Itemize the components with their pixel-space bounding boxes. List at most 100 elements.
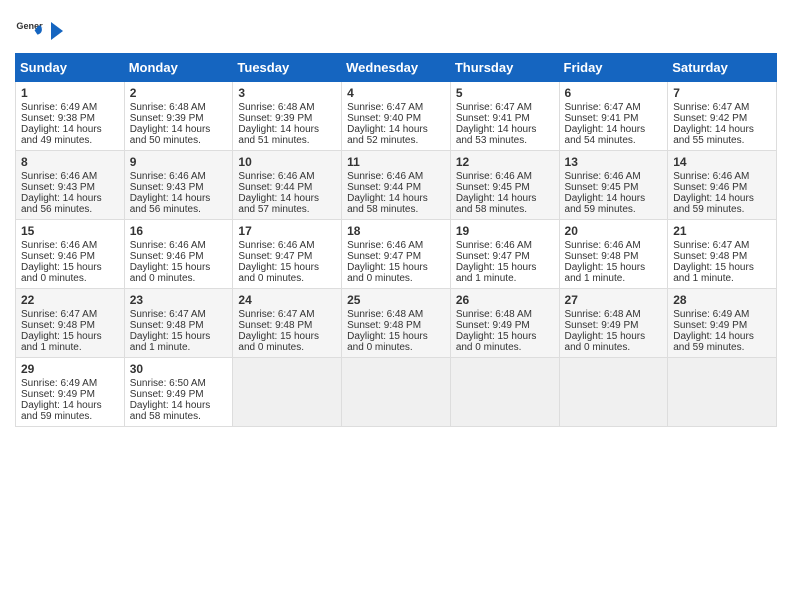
- sunrise-text: Sunrise: 6:46 AM: [565, 171, 641, 182]
- day-number: 18: [347, 224, 445, 238]
- weekday-header-saturday: Saturday: [668, 54, 777, 82]
- day-number: 13: [565, 155, 663, 169]
- sunrise-text: Sunrise: 6:49 AM: [21, 378, 97, 389]
- calendar-week-row: 29Sunrise: 6:49 AMSunset: 9:49 PMDayligh…: [16, 358, 777, 427]
- day-number: 1: [21, 86, 119, 100]
- sunset-text: Sunset: 9:40 PM: [347, 113, 421, 124]
- calendar-cell: 26Sunrise: 6:48 AMSunset: 9:49 PMDayligh…: [450, 289, 559, 358]
- sunset-text: Sunset: 9:39 PM: [238, 113, 312, 124]
- daylight-text: Daylight: 15 hours and 0 minutes.: [238, 331, 319, 353]
- daylight-text: Daylight: 14 hours and 52 minutes.: [347, 124, 428, 146]
- calendar-cell: 11Sunrise: 6:46 AMSunset: 9:44 PMDayligh…: [342, 151, 451, 220]
- weekday-header-monday: Monday: [124, 54, 233, 82]
- calendar-cell: [233, 358, 342, 427]
- day-number: 8: [21, 155, 119, 169]
- sunrise-text: Sunrise: 6:46 AM: [238, 240, 314, 251]
- daylight-text: Daylight: 15 hours and 0 minutes.: [21, 262, 102, 284]
- logo-arrow-icon: [47, 20, 65, 42]
- daylight-text: Daylight: 15 hours and 0 minutes.: [130, 262, 211, 284]
- daylight-text: Daylight: 15 hours and 1 minute.: [456, 262, 537, 284]
- daylight-text: Daylight: 14 hours and 50 minutes.: [130, 124, 211, 146]
- daylight-text: Daylight: 15 hours and 1 minute.: [21, 331, 102, 353]
- sunrise-text: Sunrise: 6:49 AM: [21, 102, 97, 113]
- sunrise-text: Sunrise: 6:47 AM: [565, 102, 641, 113]
- daylight-text: Daylight: 15 hours and 0 minutes.: [565, 331, 646, 353]
- day-number: 25: [347, 293, 445, 307]
- sunset-text: Sunset: 9:49 PM: [130, 389, 204, 400]
- sunset-text: Sunset: 9:46 PM: [130, 251, 204, 262]
- sunset-text: Sunset: 9:49 PM: [565, 320, 639, 331]
- day-number: 20: [565, 224, 663, 238]
- sunrise-text: Sunrise: 6:48 AM: [347, 309, 423, 320]
- day-number: 16: [130, 224, 228, 238]
- daylight-text: Daylight: 14 hours and 54 minutes.: [565, 124, 646, 146]
- sunset-text: Sunset: 9:48 PM: [565, 251, 639, 262]
- sunset-text: Sunset: 9:41 PM: [456, 113, 530, 124]
- sunset-text: Sunset: 9:39 PM: [130, 113, 204, 124]
- sunrise-text: Sunrise: 6:48 AM: [456, 309, 532, 320]
- day-number: 22: [21, 293, 119, 307]
- sunset-text: Sunset: 9:45 PM: [565, 182, 639, 193]
- sunrise-text: Sunrise: 6:46 AM: [673, 171, 749, 182]
- sunrise-text: Sunrise: 6:46 AM: [21, 171, 97, 182]
- day-number: 23: [130, 293, 228, 307]
- daylight-text: Daylight: 14 hours and 59 minutes.: [21, 400, 102, 422]
- day-number: 29: [21, 362, 119, 376]
- sunset-text: Sunset: 9:49 PM: [456, 320, 530, 331]
- calendar-cell: 6Sunrise: 6:47 AMSunset: 9:41 PMDaylight…: [559, 82, 668, 151]
- daylight-text: Daylight: 14 hours and 51 minutes.: [238, 124, 319, 146]
- sunset-text: Sunset: 9:38 PM: [21, 113, 95, 124]
- calendar-table: SundayMondayTuesdayWednesdayThursdayFrid…: [15, 53, 777, 427]
- sunrise-text: Sunrise: 6:46 AM: [456, 240, 532, 251]
- calendar-cell: 27Sunrise: 6:48 AMSunset: 9:49 PMDayligh…: [559, 289, 668, 358]
- page-header: General: [15, 15, 777, 43]
- calendar-cell: 16 Sunrise: 6:46 AMSunset: 9:46 PMDayligh…: [124, 220, 233, 289]
- daylight-text: Daylight: 14 hours and 55 minutes.: [673, 124, 754, 146]
- calendar-week-row: 15Sunrise: 6:46 AMSunset: 9:46 PMDayligh…: [16, 220, 777, 289]
- daylight-text: Daylight: 14 hours and 59 minutes.: [565, 193, 646, 215]
- day-number: 9: [130, 155, 228, 169]
- weekday-header-tuesday: Tuesday: [233, 54, 342, 82]
- calendar-cell: 18 Sunrise: 6:46 AMSunset: 9:47 PMDayligh…: [342, 220, 451, 289]
- sunrise-text: Sunrise: 6:46 AM: [456, 171, 532, 182]
- sunrise-text: Sunrise: 6:48 AM: [238, 102, 314, 113]
- calendar-cell: 17Sunrise: 6:46 AMSunset: 9:47 PMDayligh…: [233, 220, 342, 289]
- calendar-cell: 15 Sunrise: 6:46 AMSunset: 9:46 PMDayligh…: [16, 220, 125, 289]
- sunrise-text: Sunrise: 6:49 AM: [673, 309, 749, 320]
- sunrise-text: Sunrise: 6:47 AM: [347, 102, 423, 113]
- calendar-cell: 14Sunrise: 6:46 AMSunset: 9:46 PMDayligh…: [668, 151, 777, 220]
- sunrise-text: Sunrise: 6:46 AM: [21, 240, 97, 251]
- calendar-cell: 2Sunrise: 6:48 AMSunset: 9:39 PMDaylight…: [124, 82, 233, 151]
- sunset-text: Sunset: 9:41 PM: [565, 113, 639, 124]
- calendar-week-row: 1 Sunrise: 6:49 AMSunset: 9:38 PM Daylight…: [16, 82, 777, 151]
- sunset-text: Sunset: 9:46 PM: [21, 251, 95, 262]
- calendar-cell: 22 Sunrise: 6:47 AMSunset: 9:48 PMDayligh…: [16, 289, 125, 358]
- sunrise-text: Sunrise: 6:47 AM: [130, 309, 206, 320]
- calendar-cell: 23Sunrise: 6:47 AMSunset: 9:48 PMDayligh…: [124, 289, 233, 358]
- day-number: 17: [238, 224, 336, 238]
- sunrise-text: Sunrise: 6:50 AM: [130, 378, 206, 389]
- day-number: 15: [21, 224, 119, 238]
- daylight-text: Daylight: 15 hours and 0 minutes.: [347, 262, 428, 284]
- sunrise-text: Sunrise: 6:47 AM: [21, 309, 97, 320]
- calendar-cell: 10Sunrise: 6:46 AMSunset: 9:44 PMDayligh…: [233, 151, 342, 220]
- day-number: 26: [456, 293, 554, 307]
- sunset-text: Sunset: 9:47 PM: [456, 251, 530, 262]
- weekday-header-wednesday: Wednesday: [342, 54, 451, 82]
- sunset-text: Sunset: 9:49 PM: [21, 389, 95, 400]
- sunrise-text: Sunrise: 6:47 AM: [673, 240, 749, 251]
- sunset-text: Sunset: 9:48 PM: [21, 320, 95, 331]
- sunrise-text: Sunrise: 6:46 AM: [347, 171, 423, 182]
- sunset-text: Sunset: 9:44 PM: [238, 182, 312, 193]
- sunset-text: Sunset: 9:43 PM: [130, 182, 204, 193]
- calendar-cell: 7Sunrise: 6:47 AMSunset: 9:42 PMDaylight…: [668, 82, 777, 151]
- logo-icon: General: [15, 15, 43, 43]
- day-number: 21: [673, 224, 771, 238]
- day-number: 27: [565, 293, 663, 307]
- sunrise-text: Sunrise: 6:47 AM: [238, 309, 314, 320]
- calendar-cell: 29 Sunrise: 6:49 AMSunset: 9:49 PMDayligh…: [16, 358, 125, 427]
- sunset-text: Sunset: 9:47 PM: [347, 251, 421, 262]
- sunrise-text: Sunrise: 6:46 AM: [347, 240, 423, 251]
- sunset-text: Sunset: 9:42 PM: [673, 113, 747, 124]
- sunrise-text: Sunrise: 6:46 AM: [130, 240, 206, 251]
